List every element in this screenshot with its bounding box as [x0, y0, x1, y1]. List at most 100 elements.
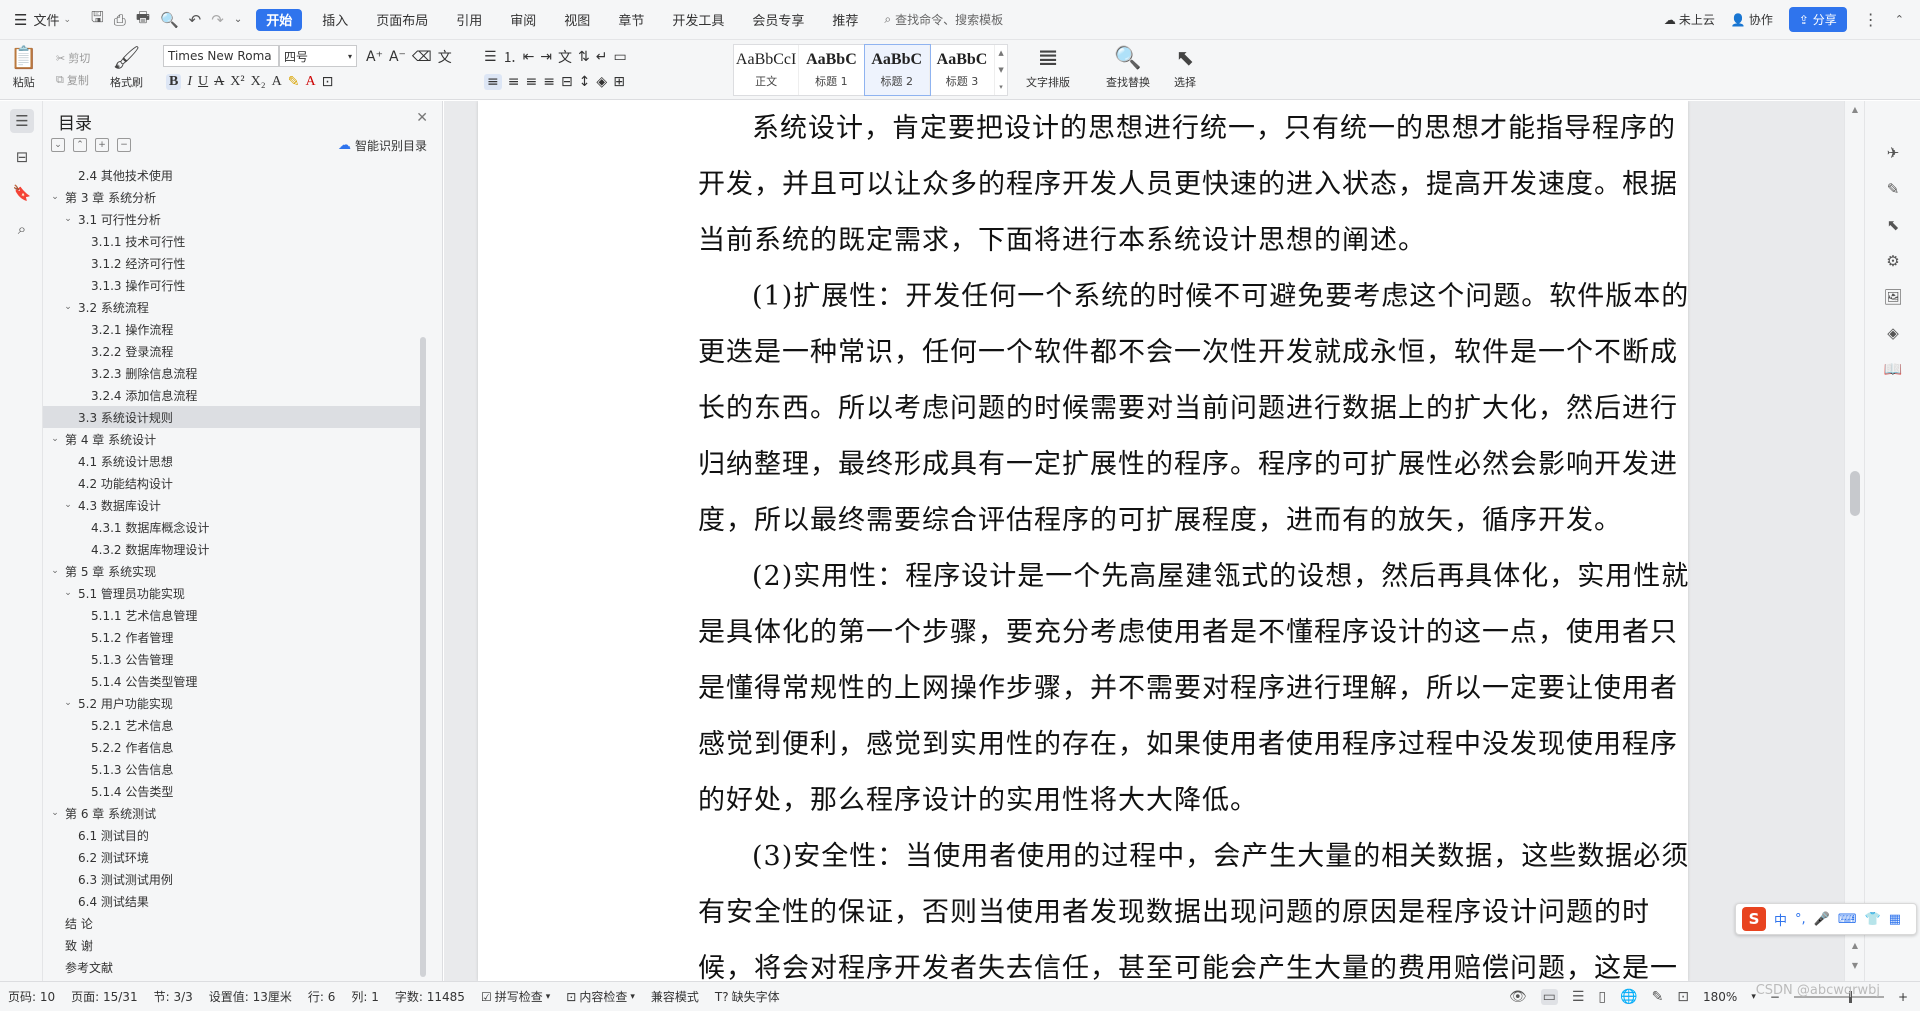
- save-icon[interactable]: 🖫: [91, 7, 104, 32]
- punctuation-icon[interactable]: °,: [1795, 912, 1806, 927]
- close-icon[interactable]: ✕: [416, 110, 428, 126]
- page-view-icon[interactable]: ▭: [1540, 988, 1558, 1005]
- keyboard-icon[interactable]: ⌨: [1838, 912, 1857, 927]
- decrease-indent-icon[interactable]: ⇤: [523, 49, 535, 65]
- bookmark-icon[interactable]: 🔖: [10, 181, 34, 205]
- web-view-icon[interactable]: 🌐: [1620, 989, 1637, 1005]
- expand-all-icon[interactable]: ⌄: [51, 138, 65, 152]
- document-paragraph[interactable]: (3)安全性：当使用者使用的过程中，会产生大量的相关数据，这些数据必须有安全性的…: [698, 829, 1698, 981]
- setting-value[interactable]: 设置值: 13厘米: [201, 988, 300, 1005]
- toc-item[interactable]: 2.4 其他技术使用: [43, 164, 423, 186]
- word-count[interactable]: 字数: 11485: [387, 988, 473, 1005]
- page-count[interactable]: 页面: 15/31: [63, 988, 145, 1005]
- tab-8[interactable]: 会员专享: [738, 0, 818, 40]
- chevron-up-icon[interactable]: ▲: [998, 49, 1003, 57]
- line-spacing-icon[interactable]: ↕: [579, 74, 591, 90]
- skin-icon[interactable]: 👕: [1865, 912, 1881, 927]
- tab-3[interactable]: 引用: [442, 0, 496, 40]
- file-menu-button[interactable]: ☰ 文件 ⌄: [0, 0, 83, 40]
- section-nav-icon[interactable]: ⊟: [10, 145, 34, 169]
- toc-item[interactable]: 5.1.1 艺术信息管理: [43, 604, 423, 626]
- phonetic-icon[interactable]: 文: [438, 47, 452, 67]
- align-right-icon[interactable]: ≡: [525, 74, 537, 90]
- document-paragraph[interactable]: 系统设计，肯定要把设计的思想进行统一，只有统一的思想才能指导程序的开发，并且可以…: [698, 101, 1698, 269]
- page-number[interactable]: 页码: 10: [0, 988, 63, 1005]
- toc-item[interactable]: 6.3 测试测试用例: [43, 868, 423, 890]
- toc-item[interactable]: ⌄ 第 3 章 系统分析: [43, 186, 423, 208]
- toc-item[interactable]: ⌄ 5.1 管理员功能实现: [43, 582, 423, 604]
- toc-item[interactable]: 3.1.3 操作可行性: [43, 274, 423, 296]
- content-check-button[interactable]: ⊡ 内容检查 ▾: [558, 988, 643, 1005]
- chevron-down-icon[interactable]: ⌄: [49, 808, 61, 818]
- toc-item[interactable]: ⌄ 第 6 章 系统测试: [43, 802, 423, 824]
- chevron-down-icon[interactable]: ⌄: [49, 566, 61, 576]
- ime-mode[interactable]: 中: [1774, 910, 1787, 929]
- cut-button[interactable]: ✂ 剪切: [56, 50, 90, 66]
- zoom-in-icon[interactable]: +: [1898, 990, 1908, 1004]
- align-left-icon[interactable]: ≡: [484, 74, 502, 90]
- document-body[interactable]: 系统设计，肯定要把设计的思想进行统一，只有统一的思想才能指导程序的开发，并且可以…: [698, 101, 1698, 981]
- chevron-down-icon[interactable]: ⌄: [62, 214, 74, 224]
- toc-item[interactable]: ⌄ 第 5 章 系统实现: [43, 560, 423, 582]
- export-pdf-icon[interactable]: ⎙: [114, 11, 126, 29]
- toc-item[interactable]: 3.1.2 经济可行性: [43, 252, 423, 274]
- tab-6[interactable]: 章节: [604, 0, 658, 40]
- char-border-icon[interactable]: ⊡: [322, 74, 334, 90]
- font-color-icon[interactable]: A: [305, 74, 315, 90]
- command-search[interactable]: ⌕ 查找命令、搜索模板: [872, 11, 1003, 28]
- expand-gallery-icon[interactable]: ▾: [999, 83, 1003, 91]
- toc-item[interactable]: ⌄ 第 4 章 系统设计: [43, 428, 423, 450]
- copy-button[interactable]: ⧉ 复制: [56, 72, 89, 88]
- search-icon[interactable]: ⌕: [10, 217, 34, 241]
- toc-item[interactable]: 5.1.4 公告类型: [43, 780, 423, 802]
- fit-page-icon[interactable]: ⊡: [1677, 989, 1689, 1005]
- settings-sliders-icon[interactable]: ⚙: [1881, 249, 1905, 273]
- style-preset-0[interactable]: AaBbCcI 正文: [734, 45, 800, 95]
- ime-logo[interactable]: S: [1742, 907, 1766, 931]
- toc-item[interactable]: 参考文献: [43, 956, 423, 978]
- customize-chevron-icon[interactable]: ⌄: [234, 14, 242, 25]
- chevron-down-icon[interactable]: ⌄: [62, 698, 74, 708]
- toc-item[interactable]: ⌄ 3.1 可行性分析: [43, 208, 423, 230]
- font-size-select[interactable]: 四号 ▾: [279, 45, 357, 67]
- document-page[interactable]: 系统设计，肯定要把设计的思想进行统一，只有统一的思想才能指导程序的开发，并且可以…: [478, 101, 1688, 981]
- toc-item[interactable]: 致 谢: [43, 934, 423, 956]
- style-preset-1[interactable]: AaBbC 标题 1: [799, 45, 865, 95]
- chevron-down-icon[interactable]: ⌄: [49, 434, 61, 444]
- share-button[interactable]: ⇪ 分享: [1788, 7, 1847, 32]
- underline-icon[interactable]: U: [198, 74, 208, 90]
- tab-2[interactable]: 页面布局: [362, 0, 442, 40]
- pin-icon[interactable]: ✈: [1881, 141, 1905, 165]
- collab-button[interactable]: 👤 协作: [1731, 11, 1773, 28]
- chevron-down-icon[interactable]: ⌄: [49, 192, 61, 202]
- promote-icon[interactable]: +: [95, 138, 109, 152]
- toc-item[interactable]: 结 论: [43, 912, 423, 934]
- align-center-icon[interactable]: ≡: [508, 74, 520, 90]
- toc-item[interactable]: 5.1.3 公告信息: [43, 758, 423, 780]
- borders-icon[interactable]: ⊞: [613, 74, 625, 90]
- missing-font-button[interactable]: T? 缺失字体: [707, 988, 788, 1005]
- toc-item[interactable]: 5.2.2 作者信息: [43, 736, 423, 758]
- toc-item[interactable]: 4.3.1 数据库概念设计: [43, 516, 423, 538]
- toc-item[interactable]: ⌄ 3.2 系统流程: [43, 296, 423, 318]
- toc-item[interactable]: 3.2.3 删除信息流程: [43, 362, 423, 384]
- tab-9[interactable]: 推荐: [818, 0, 872, 40]
- font-name-select[interactable]: Times New Roma: [163, 45, 279, 67]
- pen-icon[interactable]: ✎: [1881, 177, 1905, 201]
- chevron-down-icon[interactable]: ⌄: [62, 500, 74, 510]
- toc-item[interactable]: 3.2.4 添加信息流程: [43, 384, 423, 406]
- toc-item[interactable]: 5.2.1 艺术信息: [43, 714, 423, 736]
- chinese-layout-icon[interactable]: 文: [558, 47, 572, 67]
- toc-item[interactable]: 6.4 测试结果: [43, 890, 423, 912]
- toc-scrollbar[interactable]: [420, 337, 426, 977]
- microphone-icon[interactable]: 🎤: [1814, 912, 1830, 927]
- toc-item[interactable]: 4.1 系统设计思想: [43, 450, 423, 472]
- read-view-icon[interactable]: ▯: [1598, 989, 1606, 1005]
- toc-item[interactable]: 3.1.1 技术可行性: [43, 230, 423, 252]
- toc-item[interactable]: ⌄ 4.3 数据库设计: [43, 494, 423, 516]
- scroll-up-icon[interactable]: ▲: [1845, 941, 1864, 950]
- book-icon[interactable]: 📖: [1881, 357, 1905, 381]
- more-icon[interactable]: ⋮: [1863, 10, 1879, 29]
- eye-protection-icon[interactable]: 👁: [1509, 989, 1527, 1005]
- table-border-icon[interactable]: ▭: [614, 49, 627, 65]
